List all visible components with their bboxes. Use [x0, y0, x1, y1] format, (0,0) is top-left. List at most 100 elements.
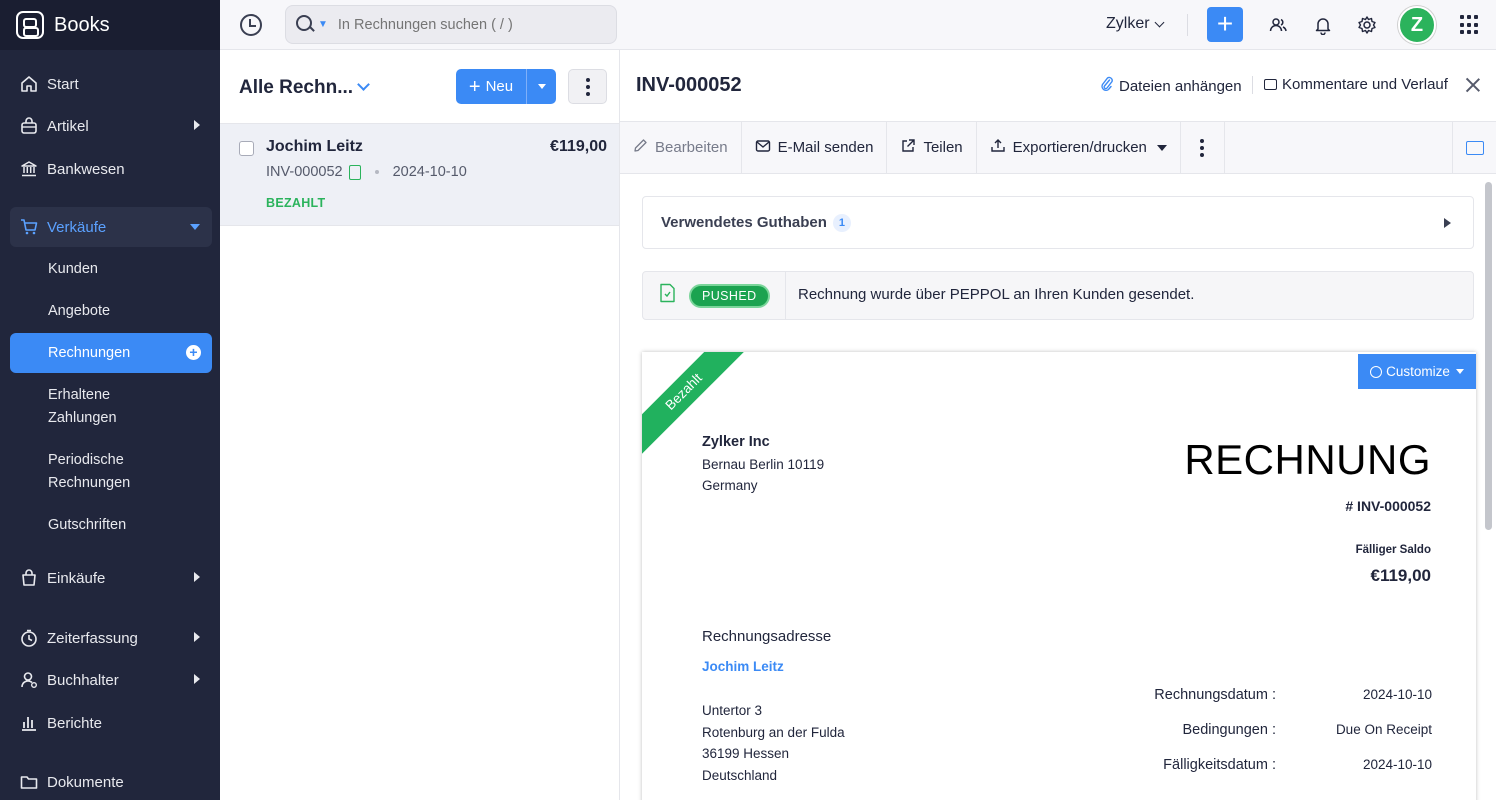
users-icon[interactable]	[1267, 14, 1289, 36]
view-selector[interactable]: Alle Rechn...	[239, 77, 353, 99]
organization-switcher[interactable]: Zylker	[1106, 15, 1165, 33]
sidebar-item-label: Bankwesen	[47, 160, 125, 178]
subitem-label: Gutschriften	[48, 516, 127, 533]
credits-count-badge: 1	[832, 213, 851, 232]
share-label: Teilen	[923, 139, 963, 156]
invoice-detail-panel: INV-000052 Dateien anhängen Kommentare u…	[620, 50, 1496, 800]
credits-applied-section[interactable]: Verwendetes Guthaben 1	[642, 196, 1474, 249]
user-avatar[interactable]: Z	[1398, 6, 1436, 44]
sidebar-item-dokumente[interactable]: Dokumente	[10, 762, 212, 800]
folder-icon	[20, 773, 38, 791]
sidebar-subitem-rechnungen[interactable]: Rechnungen +	[10, 333, 212, 373]
edit-button[interactable]: Bearbeiten	[620, 122, 742, 173]
chevron-down-icon[interactable]	[357, 78, 370, 91]
new-options-dropdown[interactable]	[526, 69, 556, 104]
sidebar: Books Start Artikel Bankwesen Verkäufe K…	[0, 0, 220, 800]
bank-icon	[20, 160, 38, 178]
row-date: 2024-10-10	[392, 164, 467, 180]
recent-history-icon[interactable]	[240, 14, 262, 36]
sidebar-item-zeiterfassung[interactable]: Zeiterfassung	[10, 618, 212, 658]
send-email-button[interactable]: E-Mail senden	[742, 122, 888, 173]
address-line: Deutschland	[702, 767, 778, 783]
new-invoice-button[interactable]: + Neu	[456, 69, 526, 104]
clock-icon	[20, 629, 38, 647]
sidebar-item-label: Verkäufe	[47, 218, 107, 236]
search-filter-chevron-icon[interactable]: ▼	[318, 19, 328, 30]
app-launcher-icon[interactable]	[1460, 15, 1480, 35]
pushed-badge: PUSHED	[689, 283, 770, 308]
row-checkbox[interactable]	[239, 141, 254, 156]
sidebar-subitem-gutschriften[interactable]: Gutschriften	[10, 513, 212, 537]
expand-arrow-icon	[194, 674, 200, 684]
table-row[interactable]: Jochim Leitz €119,00 INV-000052 2024-10-…	[220, 124, 619, 226]
brand[interactable]: Books	[0, 0, 220, 50]
detail-content: Verwendetes Guthaben 1 PUSHED Rechnung w…	[620, 174, 1496, 800]
bill-to-customer-link[interactable]: Jochim Leitz	[702, 659, 784, 674]
bill-to-label: Rechnungsadresse	[702, 628, 832, 645]
collapse-arrow-icon	[190, 224, 200, 230]
sidebar-item-berichte[interactable]: Berichte	[10, 703, 212, 743]
sidebar-item-einkaeufe[interactable]: Einkäufe	[10, 558, 212, 598]
address-line: Rotenburg an der Fulda	[702, 724, 845, 740]
invoice-date-row: Rechnungsdatum : 2024-10-10	[1082, 687, 1432, 703]
organization-address-line: Bernau Berlin 10119	[702, 456, 825, 472]
sidebar-subitem-angebote[interactable]: Angebote	[10, 299, 212, 323]
plus-icon: +	[468, 75, 481, 98]
gear-icon[interactable]	[1356, 14, 1378, 36]
caret-down-icon	[1455, 369, 1464, 374]
organization-name: Zylker Inc	[702, 434, 770, 450]
edit-label: Bearbeiten	[655, 139, 728, 156]
organization-address: Zylker Inc Bernau Berlin 10119 Germany	[702, 432, 824, 497]
attach-files-button[interactable]: Dateien anhängen	[1100, 76, 1242, 97]
sidebar-item-label: Zeiterfassung	[47, 629, 138, 647]
scrollbar[interactable]	[1485, 182, 1492, 530]
email-label: E-Mail senden	[777, 139, 874, 156]
balance-due-amount: €119,00	[1370, 566, 1431, 585]
due-date-row: Fälligkeitsdatum : 2024-10-10	[1082, 757, 1432, 773]
search-icon[interactable]	[296, 14, 316, 35]
sidebar-subitem-periodische-rechnungen[interactable]: Periodische Rechnungen	[10, 448, 212, 496]
bag-icon	[20, 117, 38, 135]
sidebar-item-verkaeufe[interactable]: Verkäufe	[10, 207, 212, 247]
sidebar-item-buchhalter[interactable]: Buchhalter	[10, 660, 212, 700]
expand-arrow-icon	[194, 632, 200, 642]
cart-icon	[20, 218, 38, 236]
search-input[interactable]	[337, 16, 588, 33]
expand-arrow-icon[interactable]	[1444, 218, 1451, 228]
sidebar-subitem-erhaltene-zahlungen[interactable]: Erhaltene Zahlungen	[10, 383, 212, 431]
more-actions-button[interactable]	[1181, 122, 1225, 173]
row-meta: INV-000052 2024-10-10	[266, 164, 467, 180]
credits-label: Verwendetes Guthaben	[661, 214, 827, 231]
add-invoice-icon[interactable]: +	[186, 345, 201, 360]
books-logo-icon	[16, 11, 44, 39]
expand-arrow-icon	[194, 572, 200, 582]
sidebar-item-bankwesen[interactable]: Bankwesen	[10, 149, 212, 189]
export-print-button[interactable]: Exportieren/drucken	[977, 122, 1181, 173]
bell-icon[interactable]	[1312, 14, 1334, 36]
sidebar-subitem-kunden[interactable]: Kunden	[10, 257, 212, 281]
comments-history-button[interactable]: Kommentare und Verlauf	[1264, 76, 1448, 93]
search-box[interactable]: ▼	[285, 5, 617, 44]
sidebar-item-label: Einkäufe	[47, 569, 106, 587]
sidebar-item-label: Berichte	[47, 714, 103, 732]
chat-icon	[1465, 140, 1484, 155]
separator-dot	[374, 170, 379, 174]
divider	[1187, 14, 1188, 36]
quick-create-button[interactable]: +	[1207, 7, 1243, 42]
more-options-button[interactable]	[568, 69, 607, 104]
close-icon[interactable]	[1464, 76, 1482, 94]
share-button[interactable]: Teilen	[887, 122, 977, 173]
sidebar-item-artikel[interactable]: Artikel	[10, 106, 212, 146]
paperclip-icon	[1100, 76, 1114, 97]
meta-value: 2024-10-10	[1362, 757, 1432, 772]
peppol-status-banner: PUSHED Rechnung wurde über PEPPOL an Ihr…	[642, 271, 1474, 320]
sidebar-item-label: Dokumente	[47, 773, 124, 791]
address-line: Untertor 3	[702, 703, 763, 718]
pencil-icon	[633, 138, 648, 157]
chat-panel-button[interactable]	[1452, 122, 1496, 173]
organization-name: Zylker	[1106, 15, 1150, 32]
customize-button[interactable]: Customize	[1358, 354, 1476, 389]
sidebar-item-start[interactable]: Start	[10, 64, 212, 104]
detail-header: INV-000052 Dateien anhängen Kommentare u…	[620, 50, 1496, 122]
comments-label: Kommentare und Verlauf	[1282, 76, 1448, 93]
